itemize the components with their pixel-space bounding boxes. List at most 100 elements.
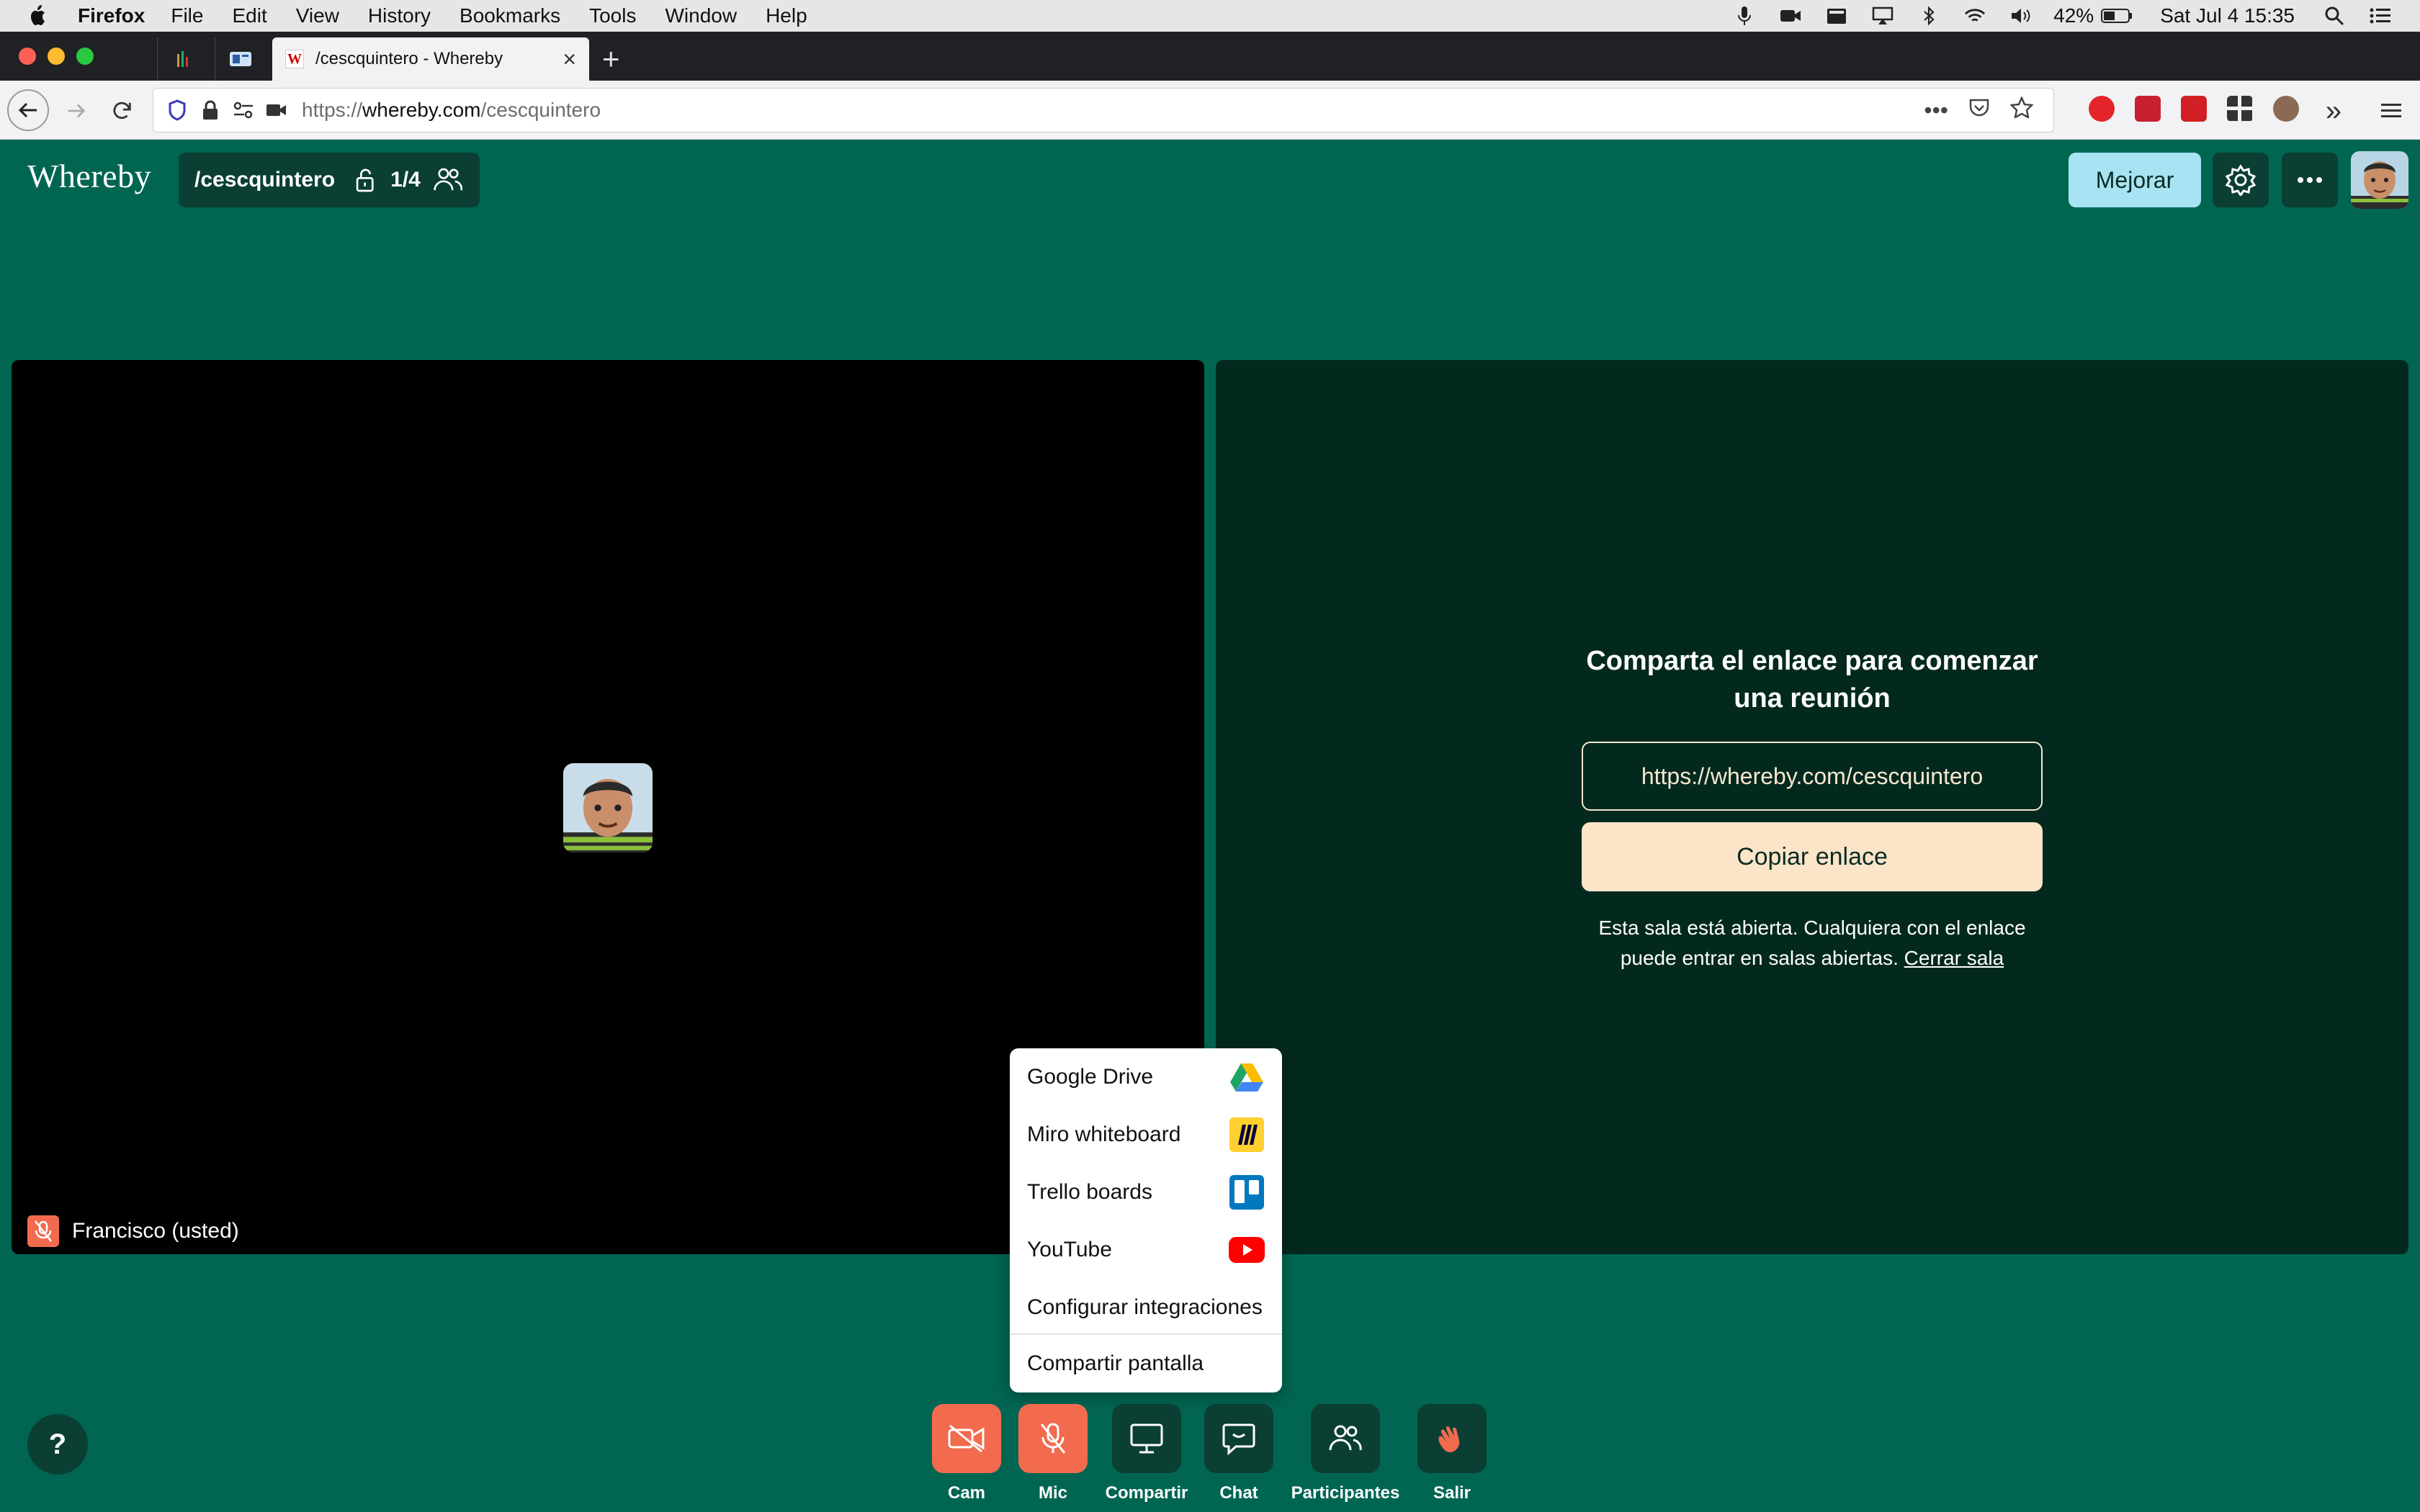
upgrade-button[interactable]: Mejorar	[2069, 153, 2201, 207]
new-tab-icon[interactable]: +	[602, 42, 620, 76]
macos-menubar: Firefox File Edit View History Bookmarks…	[0, 0, 2420, 32]
user-avatar[interactable]	[2351, 151, 2408, 209]
camera-status-icon[interactable]	[1780, 6, 1801, 26]
menu-item-trello[interactable]: Trello boards	[1010, 1164, 1282, 1221]
more-extensions-icon[interactable]: »	[2312, 89, 2355, 132]
wifi-icon[interactable]	[1964, 6, 1986, 26]
more-options-button[interactable]	[2282, 153, 2338, 207]
share-menu: Google Drive Miro whiteboard Trello boar…	[1010, 1048, 1282, 1392]
miro-icon	[1229, 1117, 1265, 1153]
mic-muted-icon	[27, 1215, 59, 1247]
pinned-tab-favicon-icon	[229, 52, 251, 66]
close-room-link[interactable]: Cerrar sala	[1904, 947, 2004, 969]
participants-button[interactable]	[1311, 1404, 1380, 1473]
menu-item-label: Miro whiteboard	[1027, 1122, 1181, 1146]
share-screen-button[interactable]	[1112, 1404, 1181, 1473]
lock-icon[interactable]	[198, 98, 223, 122]
microphone-status-icon[interactable]	[1734, 6, 1755, 26]
menu-item-youtube[interactable]: YouTube	[1010, 1221, 1282, 1279]
google-drive-icon	[1229, 1059, 1265, 1095]
whereby-favicon-icon: W	[285, 50, 304, 68]
gear-icon	[2225, 164, 2257, 196]
close-window-button[interactable]	[19, 48, 36, 65]
pinned-tab-1[interactable]	[157, 37, 207, 81]
chat-button[interactable]	[1204, 1404, 1273, 1473]
menu-file[interactable]: File	[171, 4, 203, 27]
invite-panel: Comparta el enlace para comenzar una reu…	[1216, 360, 2408, 1254]
menu-item-share-screen[interactable]: Compartir pantalla	[1010, 1335, 1282, 1392]
permissions-icon[interactable]	[231, 98, 256, 122]
menu-item-label: Configurar integraciones	[1027, 1295, 1263, 1319]
people-icon	[1329, 1425, 1362, 1451]
leave-button[interactable]	[1417, 1404, 1487, 1473]
menu-item-google-drive[interactable]: Google Drive	[1010, 1048, 1282, 1106]
chat-bubble-icon	[1222, 1423, 1255, 1455]
hamburger-menu-icon[interactable]	[2370, 89, 2413, 132]
spotlight-search-icon[interactable]	[2323, 6, 2345, 26]
back-button[interactable]	[7, 89, 49, 131]
pinned-tab-2[interactable]	[215, 37, 265, 81]
menu-help[interactable]: Help	[766, 4, 807, 27]
browser-tab-strip: W /cescquintero - Whereby × +	[0, 32, 2420, 81]
extension-lastpass-icon[interactable]	[2135, 96, 2161, 122]
menu-item-miro[interactable]: Miro whiteboard	[1010, 1106, 1282, 1164]
battery-icon[interactable]	[2101, 6, 2133, 26]
room-info-pill[interactable]: /cescquintero 1/4	[179, 153, 480, 207]
zoom-window-button[interactable]	[76, 48, 94, 65]
menu-view[interactable]: View	[296, 4, 339, 27]
settings-button[interactable]	[2213, 153, 2269, 207]
menu-history[interactable]: History	[368, 4, 431, 27]
url-path: /cescquintero	[480, 99, 601, 121]
camera-permission-icon[interactable]	[264, 98, 289, 122]
self-avatar	[563, 763, 653, 852]
avatar-cartoon-icon	[2351, 151, 2408, 209]
tab-title: /cescquintero - Whereby	[315, 49, 503, 68]
menu-firefox[interactable]: Firefox	[78, 4, 145, 27]
volume-icon[interactable]	[2010, 6, 2032, 26]
airplay-icon[interactable]	[1872, 6, 1894, 26]
bookmark-star-icon[interactable]	[2009, 95, 2034, 124]
menu-window[interactable]: Window	[665, 4, 737, 27]
extension-avatar-icon[interactable]	[2273, 96, 2299, 122]
mic-button[interactable]	[1018, 1404, 1088, 1473]
menubar-clock[interactable]: Sat Jul 4 15:35	[2160, 4, 2295, 27]
copy-link-button[interactable]: Copiar enlace	[1582, 822, 2043, 891]
trello-icon	[1229, 1174, 1265, 1210]
extension-grid-icon[interactable]	[2227, 96, 2253, 122]
arrow-right-icon	[68, 104, 86, 118]
avatar-cartoon-icon	[563, 763, 653, 852]
cam-button[interactable]	[932, 1404, 1001, 1473]
page-actions-icon[interactable]: •••	[1924, 97, 1948, 124]
tab-whereby[interactable]: W /cescquintero - Whereby ×	[272, 37, 589, 81]
menu-item-label: Compartir pantalla	[1027, 1351, 1204, 1375]
extension-pen-icon[interactable]	[2181, 96, 2207, 122]
pinned-tab-favicon-icon	[176, 51, 188, 67]
bluetooth-icon[interactable]	[1918, 6, 1940, 26]
arrow-left-icon	[18, 102, 37, 118]
url-protocol: https://	[302, 99, 363, 121]
url-host: whereby.com	[362, 99, 481, 121]
whereby-logo[interactable]: Whereby	[27, 157, 151, 195]
forward-button[interactable]	[55, 89, 98, 132]
extension-red-plus-icon[interactable]	[2089, 96, 2115, 122]
ellipsis-icon	[2298, 177, 2322, 183]
close-tab-icon[interactable]: ×	[563, 46, 576, 73]
self-name-tag: Francisco (usted)	[27, 1215, 239, 1247]
menu-tools[interactable]: Tools	[589, 4, 636, 27]
browser-navbar: https://whereby.com/cescquintero ••• »	[0, 81, 2420, 140]
clapper-status-icon[interactable]	[1826, 6, 1847, 26]
unlocked-icon	[356, 168, 374, 192]
apple-icon[interactable]	[27, 4, 49, 27]
help-button[interactable]: ?	[27, 1414, 88, 1475]
menu-item-configure-integrations[interactable]: Configurar integraciones	[1010, 1279, 1282, 1336]
menu-bookmarks[interactable]: Bookmarks	[460, 4, 560, 27]
reload-button[interactable]	[101, 89, 144, 132]
tracking-shield-icon[interactable]	[165, 98, 189, 122]
pocket-icon[interactable]	[1968, 97, 1990, 124]
leave-label: Salir	[1433, 1483, 1471, 1503]
url-bar[interactable]: https://whereby.com/cescquintero •••	[153, 88, 2054, 132]
minimize-window-button[interactable]	[48, 48, 65, 65]
notification-center-icon[interactable]	[2370, 6, 2391, 26]
menu-edit[interactable]: Edit	[232, 4, 266, 27]
room-link-field[interactable]: https://whereby.com/cescquintero	[1582, 742, 2043, 811]
